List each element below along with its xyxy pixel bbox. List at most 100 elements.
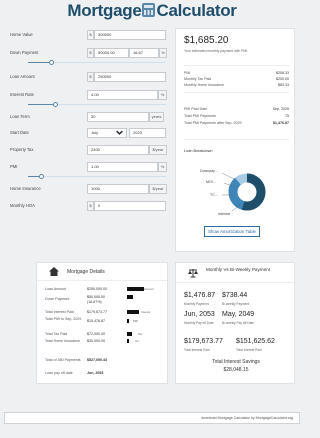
total-payments-value: $527,090.43 [87, 358, 107, 362]
detail-value: $50,000.00 (16.67%) [87, 295, 105, 304]
mortgage-details-card: Mortgage Details Loan Amount $250,000.00… [36, 262, 168, 384]
down-payment-input[interactable]: 50000.00 [94, 48, 129, 58]
loan-breakdown-title: Loan Breakdown [184, 149, 213, 153]
detail-bar-label: Tax [138, 332, 143, 336]
interest-savings-label: Total Interest Savings [212, 359, 260, 365]
logo-text-right: Calculator [156, 1, 237, 20]
chevron-down-icon [116, 130, 123, 135]
biweekly-payoff-label: Bi-weekly Pay off Date [222, 321, 255, 325]
biweekly-comparison-card: Monthly Vs Bi-Weekly Payment $1,476.87 M… [175, 262, 295, 384]
loan-amount-label: Loan Amount [10, 74, 35, 79]
comparison-title: Monthly Vs Bi-Weekly Payment [206, 267, 270, 272]
monthly-payment-value: $1,476.87 [184, 292, 216, 299]
detail-label: Total Tax Paid [45, 332, 68, 336]
biweekly-interest-value: $151,625.62 [236, 338, 275, 345]
detail-value: $15,476.87 [87, 319, 105, 323]
summary-row: PMI $208.33 [184, 71, 289, 75]
interest-rate-input[interactable]: 4.00 [87, 90, 158, 100]
detail-bar [127, 339, 130, 343]
percent-suffix: % [159, 48, 167, 58]
summary-row-value: $208.33 [276, 71, 289, 75]
monthly-payment-subtitle: Your estimated monthly payment with PMI. [184, 49, 249, 53]
loan-breakdown-donut: Downpay... MOI... TC... Interest [200, 169, 266, 216]
interest-rate-slider[interactable] [28, 102, 166, 107]
site-header: Mortgage Calculator [0, 0, 304, 22]
pmi-input[interactable]: 1.00 [87, 162, 158, 172]
summary-row-value: 75 [285, 114, 289, 118]
summary-row: Total PMI Payments after Sep, 2029 $1,476… [184, 121, 289, 125]
donut-label: Interest [218, 212, 230, 216]
card-header: Monthly Vs Bi-Weekly Payment [176, 263, 294, 283]
down-payment-percent-input[interactable]: 16.67 [129, 48, 159, 58]
summary-row-label: Monthly Home Insurance [184, 83, 224, 87]
biweekly-interest-label: Total Interest Paid [236, 348, 262, 352]
down-payment-slider[interactable] [28, 60, 166, 65]
monthly-interest-label: Total Interest Paid [184, 348, 210, 352]
home-value-input[interactable]: 300000 [94, 30, 166, 40]
detail-bar [127, 319, 129, 323]
dollar-prefix: $ [87, 30, 94, 40]
detail-bar-label: PMI [133, 319, 138, 323]
card-header: Mortgage Details [37, 263, 167, 281]
home-icon [49, 267, 59, 276]
start-month-select[interactable]: July [87, 128, 127, 138]
summary-row-value: $83.33 [278, 83, 289, 87]
percent-suffix: % [158, 90, 167, 100]
footer-bar: download Mortgage Calculator by Mortgage… [4, 412, 300, 424]
divider [184, 92, 289, 93]
summary-row: Monthly Home Insurance $83.33 [184, 83, 289, 87]
dollar-prefix: $ [87, 72, 94, 82]
detail-bar-label: Amount [144, 287, 154, 291]
summary-row-label: Total PMI Payments after Sep, 2029 [184, 121, 242, 125]
detail-value: $72,000.00 [87, 332, 105, 336]
calculator-icon [142, 3, 156, 17]
detail-bar-label: Interest [141, 310, 151, 314]
home-insurance-input[interactable]: 1000 [87, 184, 149, 194]
start-date-label: Start Date [10, 130, 29, 135]
detail-value: $179,673.77 [87, 310, 107, 314]
pmi-slider[interactable] [28, 174, 166, 179]
detail-bar [127, 295, 133, 299]
start-year-input[interactable]: 2023 [129, 128, 166, 138]
divider [184, 139, 289, 140]
slider-handle[interactable] [39, 174, 45, 179]
donut-label: TC... [210, 193, 218, 197]
property-tax-input[interactable]: 2400 [87, 145, 149, 155]
dollar-prefix: $ [87, 201, 94, 211]
payoff-date-value: Jun, 2053 [87, 371, 104, 375]
detail-bar [127, 310, 139, 314]
monthly-hoa-input[interactable]: 0 [94, 201, 166, 211]
dollar-prefix: $ [87, 48, 94, 58]
home-value-label: Home Value [10, 32, 33, 37]
footer-credit-link[interactable]: download Mortgage Calculator by Mortgage… [201, 416, 293, 420]
logo[interactable]: Mortgage Calculator [67, 1, 237, 20]
monthly-payoff-value: Jun, 2053 [184, 311, 215, 318]
loan-term-input[interactable]: 30 [87, 112, 149, 122]
detail-value: $250,000.00 [87, 287, 107, 291]
interest-savings-value: $28,048.15 [223, 367, 249, 373]
monthly-hoa-label: Monthly HOA [10, 203, 35, 208]
monthly-payment-label: Monthly Payment [184, 302, 209, 306]
summary-row: PMI Paid Date Sep, 2029 [184, 107, 289, 111]
start-month-value: July [91, 130, 99, 135]
divider [184, 65, 289, 66]
detail-label: Down Payment [45, 297, 70, 301]
monthly-interest-value: $179,673.77 [184, 338, 223, 345]
detail-value: $30,000.00 [87, 339, 105, 343]
summary-row-value: $200.00 [276, 77, 289, 81]
summary-row-label: Monthly Tax Paid [184, 77, 212, 81]
monthly-payment-amount: $1,685.20 [184, 35, 229, 46]
detail-label: Loan Amount [45, 287, 67, 291]
home-insurance-label: Home Insurance [10, 186, 41, 191]
donut-label: MOI... [206, 180, 216, 184]
per-year-suffix: $/year [149, 145, 167, 155]
slider-handle[interactable] [53, 102, 59, 107]
percent-suffix: % [158, 162, 167, 172]
slider-handle[interactable] [48, 60, 54, 65]
loan-amount-input[interactable]: 250000 [94, 72, 166, 82]
payment-summary-card: $1,685.20 Your estimated monthly payment… [175, 28, 295, 252]
summary-row-value: Sep, 2029 [272, 107, 289, 111]
show-amortization-button[interactable]: Show Amortization Table [204, 226, 260, 237]
down-payment-label: Down Payment [10, 50, 39, 55]
logo-text-left: Mortgage [67, 1, 142, 20]
